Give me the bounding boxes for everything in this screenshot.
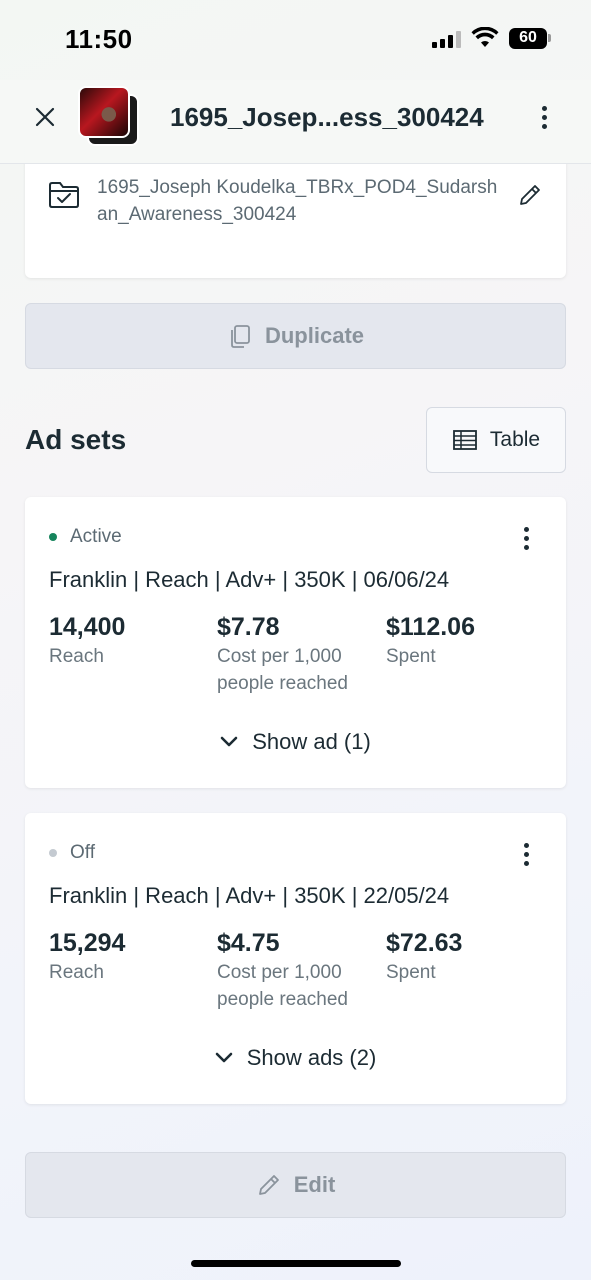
spent-label: Spent bbox=[386, 646, 436, 667]
pencil-icon bbox=[258, 1175, 279, 1195]
duplicate-button[interactable]: Duplicate bbox=[25, 303, 566, 369]
edit-button[interactable]: Edit bbox=[25, 1152, 566, 1218]
cost-metric: $4.75 Cost per 1,000 people reached bbox=[217, 927, 377, 1013]
table-label: Table bbox=[489, 428, 541, 451]
reach-label: Reach bbox=[49, 646, 104, 667]
ad-set-status: Active bbox=[70, 526, 122, 547]
chevron-down-icon bbox=[215, 1052, 232, 1063]
reach-metric: 15,294 Reach bbox=[49, 927, 209, 986]
top-header: 1695_Josep...ess_300424 bbox=[0, 80, 591, 164]
reach-value: 14,400 bbox=[49, 613, 126, 641]
table-icon bbox=[452, 430, 477, 450]
ad-set-card[interactable]: Off Franklin | Reach | Adv+ | 350K | 22/… bbox=[25, 813, 566, 1104]
cost-label: Cost per 1,000 people reached bbox=[217, 646, 348, 694]
cost-metric: $7.78 Cost per 1,000 people reached bbox=[217, 611, 377, 697]
close-icon[interactable] bbox=[34, 106, 56, 128]
duplicate-label: Duplicate bbox=[264, 323, 365, 348]
pencil-icon[interactable] bbox=[517, 182, 543, 208]
creative-thumbnail bbox=[78, 86, 130, 138]
spent-value: $112.06 bbox=[386, 613, 475, 641]
spent-label: Spent bbox=[386, 962, 436, 983]
ad-sets-heading: Ad sets bbox=[25, 424, 127, 455]
ad-set-status: Off bbox=[70, 842, 95, 863]
reach-metric: 14,400 Reach bbox=[49, 611, 209, 670]
reach-value: 15,294 bbox=[49, 929, 126, 957]
cost-value: $7.78 bbox=[217, 613, 280, 641]
ad-set-name: Franklin | Reach | Adv+ | 350K | 06/06/2… bbox=[49, 567, 450, 592]
battery-cap bbox=[548, 34, 551, 42]
show-ads-label: Show ads (2) bbox=[246, 1045, 377, 1070]
page-title: 1695_Josep...ess_300424 bbox=[170, 102, 484, 132]
show-ads-button[interactable]: Show ad (1) bbox=[25, 729, 566, 755]
show-ads-label: Show ad (1) bbox=[252, 729, 371, 754]
ad-set-name: Franklin | Reach | Adv+ | 350K | 22/05/2… bbox=[49, 883, 450, 908]
show-ads-button[interactable]: Show ads (2) bbox=[25, 1045, 566, 1071]
copy-icon bbox=[231, 325, 250, 348]
ad-set-card[interactable]: Active Franklin | Reach | Adv+ | 350K | … bbox=[25, 497, 566, 788]
reach-label: Reach bbox=[49, 962, 104, 983]
wifi-icon bbox=[471, 27, 499, 47]
spent-value: $72.63 bbox=[386, 929, 463, 957]
home-indicator[interactable] bbox=[191, 1260, 401, 1267]
table-view-button[interactable]: Table bbox=[426, 407, 566, 473]
ad-set-more-icon[interactable] bbox=[515, 841, 539, 869]
status-dot-active bbox=[49, 533, 57, 541]
battery-level: 60 bbox=[519, 29, 537, 46]
status-bar: 11:50 60 bbox=[0, 0, 591, 80]
battery-icon: 60 bbox=[509, 28, 547, 49]
cellular-signal-icon bbox=[432, 30, 462, 48]
more-icon[interactable] bbox=[533, 104, 557, 132]
chevron-down-icon bbox=[220, 736, 238, 747]
cost-label: Cost per 1,000 people reached bbox=[217, 962, 348, 1010]
spent-metric: $72.63 Spent bbox=[386, 927, 546, 986]
cost-value: $4.75 bbox=[217, 929, 280, 957]
ad-set-more-icon[interactable] bbox=[515, 525, 539, 553]
spent-metric: $112.06 Spent bbox=[386, 611, 546, 670]
edit-label: Edit bbox=[293, 1172, 336, 1197]
status-time: 11:50 bbox=[65, 24, 133, 54]
status-dot-off bbox=[49, 849, 57, 857]
folder-check-icon bbox=[49, 182, 79, 208]
campaign-name: 1695_Joseph Koudelka_TBRx_POD4_Sudarshan… bbox=[97, 177, 498, 225]
